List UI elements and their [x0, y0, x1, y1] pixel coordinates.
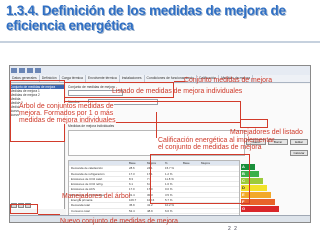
table-cell: Demanda de calefacción — [71, 166, 103, 171]
callout-line-nuevo — [38, 214, 60, 216]
annotation-calificacion-2: el conjunto de medidas de mejora — [158, 144, 262, 151]
table-cell — [183, 203, 201, 207]
table-cell — [201, 209, 219, 213]
page-number: 2 2 — [228, 226, 238, 232]
table-cell — [183, 209, 201, 213]
table-cell: 52.4 — [129, 208, 135, 213]
table-cell: Demanda total — [71, 203, 90, 208]
table-cell: 17.0 — [129, 187, 135, 192]
table-cell: 28.6 — [129, 166, 135, 171]
tab-envolvente[interactable]: Envolvente térmica — [86, 75, 120, 82]
table-cell: 10.2 % — [165, 203, 174, 208]
highlight-box-manejadores-arbol — [10, 204, 38, 214]
table-cell: 6.1 — [129, 182, 134, 187]
annotation-arbol-3: medidas de mejora individuales — [19, 117, 116, 125]
annotation-nuevo-conjunto: Nuevo conjunto de medidas de mejora — [60, 218, 178, 225]
annotation-manejadores-listado: Manejadores del listado — [230, 129, 303, 136]
rating-bar-g: G — [241, 206, 279, 212]
table-cell: 8.3 — [129, 176, 134, 181]
table-cell — [201, 203, 219, 207]
table-cell: Demanda de refrigeración — [71, 171, 105, 176]
toolbar-new-icon[interactable] — [11, 68, 17, 73]
slide-title-line-1: 1.3.4. Definición de los medidas de mejo… — [6, 3, 286, 18]
table-cell: 106.7 — [129, 198, 137, 203]
slide-title: 1.3.4. Definición de los medidas de mejo… — [6, 3, 316, 33]
annotation-listado: Listado de medidas de mejora individuale… — [112, 88, 243, 95]
table-cell: 6.6 % — [165, 208, 173, 213]
table-cell: 31.4 — [129, 192, 135, 197]
annotation-conjunto: Conjunto medidas de mejora — [184, 77, 273, 84]
table-cell: 45.9 — [129, 203, 135, 208]
toolbar-open-icon[interactable] — [19, 68, 25, 73]
column-header — [69, 161, 129, 165]
table-cell: 48.9 — [147, 208, 153, 213]
table-cell: Emisiones de CO2 refrig. — [71, 182, 104, 187]
highlight-box-manejadores-listado — [240, 119, 268, 128]
annotation-manejadores-arbol: Manejadores del árbol — [62, 193, 131, 200]
table-cell: Emisiones de CO2 calef. — [71, 176, 103, 181]
title-divider — [0, 41, 320, 43]
column-header: Base — [129, 161, 136, 165]
slide-title-line-2: eficiencia energética — [6, 18, 134, 33]
form-label-list: Medidas de mejora individuales — [68, 124, 115, 128]
tab-instalaciones[interactable]: Instalaciones — [120, 75, 145, 82]
calc-button[interactable]: Calcular — [290, 150, 308, 156]
toolbar-calc-icon[interactable] — [35, 68, 41, 73]
highlight-box-calificacion — [150, 154, 250, 204]
table-cell: Emisiones de ACS — [71, 187, 95, 192]
toolbar-save-icon[interactable] — [27, 68, 33, 73]
callout-line-calificacion — [156, 112, 158, 138]
table-cell: 41.2 — [147, 203, 153, 208]
list-edit-button[interactable]: Editar — [290, 139, 308, 145]
table-cell: 17.3 — [129, 171, 135, 176]
table-cell: Consumo total — [71, 208, 90, 213]
